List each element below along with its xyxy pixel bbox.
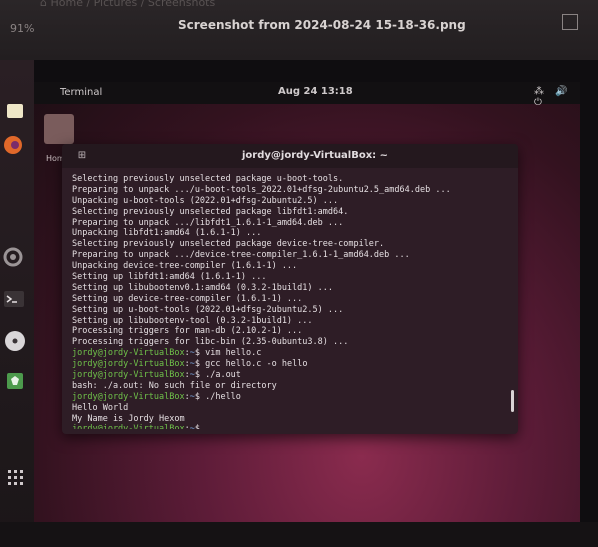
files-icon [7,104,23,118]
terminal-output-line: Setting up device-tree-compiler (1.6.1-1… [72,293,303,304]
image-viewer-header: ⌂ Home / Pictures / Screenshots 91% Scre… [0,0,598,60]
terminal-command-line: jordy@jordy-VirtualBox:~$ [72,424,502,429]
terminal-output-line: Processing triggers for libc-bin (2.35-0… [72,337,349,348]
terminal-output-line: Preparing to unpack .../device-tree-comp… [72,250,410,261]
command-text: ./hello [205,391,241,402]
clock[interactable]: Aug 24 13:18 [278,86,353,97]
dock-item-trash[interactable] [0,366,30,396]
prompt-path: ~ [189,359,195,370]
dock-item-settings[interactable] [0,242,30,272]
dock [0,60,34,547]
command-text: ./a.out [205,370,241,381]
terminal-output[interactable]: Selecting previously unselected package … [72,174,502,429]
terminal-output-line: Selecting previously unselected package … [72,206,349,217]
terminal-output-line: Unpacking device-tree-compiler (1.6.1-1)… [72,261,298,272]
dock-item-terminal[interactable] [0,284,30,314]
terminal-output-line: My Name is Jordy Hexom [72,413,185,424]
prompt-path: ~ [189,348,195,359]
prompt-user: jordy@jordy-VirtualBox [72,359,185,370]
zoom-level[interactable]: 91% [10,22,34,35]
terminal-window[interactable]: ⊞ jordy@jordy-VirtualBox: ~ Selecting pr… [62,144,518,434]
show-apps-button[interactable] [0,462,30,492]
window-title: Screenshot from 2024-08-24 15-18-36.png [178,18,466,32]
terminal-titlebar[interactable]: ⊞ jordy@jordy-VirtualBox: ~ [62,144,518,168]
prompt-user: jordy@jordy-VirtualBox [72,348,185,359]
terminal-command-line: jordy@jordy-VirtualBox:~$ ./a.out [72,370,241,381]
terminal-output-line: bash: ./a.out: No such file or directory [72,380,277,391]
terminal-command-line: jordy@jordy-VirtualBox:~$ ./hello [72,391,241,402]
activities-label[interactable]: Terminal [60,87,102,98]
settings-icon [3,247,23,267]
terminal-output-line: Selecting previously unselected package … [72,174,344,184]
terminal-output-line: Preparing to unpack .../libfdt1_1.6.1-1_… [72,217,344,228]
apps-grid-icon [8,470,23,485]
prompt-path: ~ [189,370,195,381]
terminal-output-line: Setting up libfdt1:amd64 (1.6.1-1) ... [72,272,267,283]
new-tab-icon[interactable]: ⊞ [76,150,88,162]
disc-icon [5,331,25,351]
terminal-command-line: jordy@jordy-VirtualBox:~$ vim hello.c [72,348,262,359]
firefox-icon [4,136,22,154]
terminal-output-line: Setting up u-boot-tools (2022.01+dfsg-2u… [72,304,344,315]
terminal-output-line: Unpacking libfdt1:amd64 (1.6.1-1) ... [72,228,262,239]
dock-item-firefox[interactable] [0,130,30,160]
terminal-command-line: jordy@jordy-VirtualBox:~$ gcc hello.c -o… [72,359,308,370]
dock-item-files[interactable] [0,96,30,126]
terminal-output-line: Preparing to unpack .../u-boot-tools_202… [72,184,451,195]
terminal-icon [4,291,24,307]
prompt-path: ~ [189,391,195,402]
prompt-user: jordy@jordy-VirtualBox [72,370,185,381]
command-text: vim hello.c [205,348,262,359]
terminal-output-line: Unpacking u-boot-tools (2022.01+dfsg-2ub… [72,195,339,206]
terminal-output-line: Selecting previously unselected package … [72,239,385,250]
prompt-user: jordy@jordy-VirtualBox [72,391,185,402]
terminal-output-line: Processing triggers for man-db (2.10.2-1… [72,326,303,337]
terminal-title: jordy@jordy-VirtualBox: ~ [242,150,389,161]
terminal-output-line: Setting up libubootenv-tool (0.3.2-1buil… [72,315,313,326]
system-tray-icon[interactable]: ⁂ 🔊 ⏻ [534,86,580,108]
prompt-path: ~ [190,424,195,429]
home-folder-icon[interactable] [44,114,74,144]
maximize-icon[interactable] [562,14,578,30]
command-text: gcc hello.c -o hello [205,359,308,370]
bottom-bar [0,522,598,547]
terminal-scrollbar[interactable] [511,390,514,412]
terminal-output-line: Hello World [72,402,129,413]
breadcrumb[interactable]: ⌂ Home / Pictures / Screenshots [40,0,215,9]
top-bar: Terminal Aug 24 13:18 ⁂ 🔊 ⏻ [34,82,580,108]
desktop-screen: Terminal Aug 24 13:18 ⁂ 🔊 ⏻ Hom ⊞ jordy@… [34,82,580,522]
trash-icon [7,373,23,389]
terminal-output-line: Setting up libubootenv0.1:amd64 (0.3.2-1… [72,282,333,293]
dock-item-disc[interactable] [0,326,30,356]
prompt-user: jordy@jordy-VirtualBox [72,424,185,429]
